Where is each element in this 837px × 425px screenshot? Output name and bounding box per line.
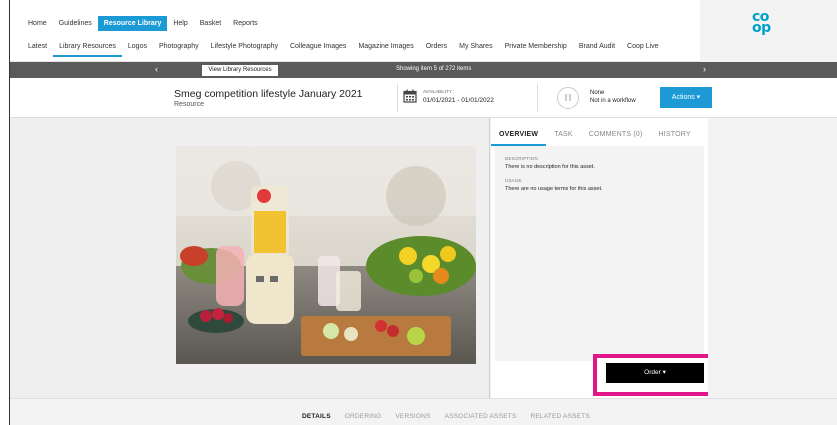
item-navigation-bar: ‹ View Library Resources Showing item 5 … — [10, 62, 837, 78]
subnav-library-resources[interactable]: Library Resources — [53, 40, 122, 57]
app-frame: Home Guidelines Resource Library Help Ba… — [9, 0, 837, 425]
item-position-text: Showing item 5 of 272 items — [396, 66, 472, 72]
divider — [537, 84, 538, 112]
overview-content: DESCRIPTION There is no description for … — [495, 146, 704, 361]
description-label: DESCRIPTION — [505, 156, 538, 161]
subnav-private-membership[interactable]: Private Membership — [499, 40, 573, 57]
tab-history[interactable]: HISTORY — [651, 126, 699, 146]
view-library-resources-button[interactable]: View Library Resources — [202, 65, 278, 76]
panel-divider — [489, 118, 490, 398]
subnav-logos[interactable]: Logos — [122, 40, 153, 57]
availability-dates: 01/01/2021 - 01/01/2022 — [423, 97, 494, 104]
top-navigation: Home Guidelines Resource Library Help Ba… — [10, 0, 837, 62]
coop-logo[interactable]: co op — [700, 0, 837, 62]
asset-detail-tabs: DETAILS ORDERING VERSIONS ASSOCIATED ASS… — [10, 398, 837, 425]
subnav-brand-audit[interactable]: Brand Audit — [573, 40, 621, 57]
subnav-photography[interactable]: Photography — [153, 40, 205, 57]
next-item-icon[interactable]: › — [703, 64, 706, 74]
tab-versions[interactable]: VERSIONS — [388, 413, 437, 425]
asset-preview-image[interactable] — [176, 146, 476, 364]
secondary-nav: Latest Library Resources Logos Photograp… — [22, 40, 665, 57]
tab-overview[interactable]: OVERVIEW — [491, 126, 547, 146]
primary-nav: Home Guidelines Resource Library Help Ba… — [22, 16, 264, 31]
order-button[interactable]: Order ▾ — [606, 363, 704, 383]
tab-details[interactable]: DETAILS — [295, 413, 338, 425]
subnav-colleague-images[interactable]: Colleague Images — [284, 40, 352, 57]
asset-header: Smeg competition lifestyle January 2021 … — [10, 78, 837, 118]
info-tabs: OVERVIEW TASK COMMENTS (0) HISTORY — [491, 126, 708, 146]
asset-type: Resource — [174, 101, 204, 108]
actions-button[interactable]: Actions ▾ — [660, 87, 712, 108]
subnav-magazine-images[interactable]: Magazine Images — [352, 40, 419, 57]
subnav-coop-live[interactable]: Coop Live — [621, 40, 665, 57]
nav-home[interactable]: Home — [22, 16, 53, 31]
nav-reports[interactable]: Reports — [227, 16, 264, 31]
tab-associated-assets[interactable]: ASSOCIATED ASSETS — [438, 413, 524, 425]
nav-basket[interactable]: Basket — [194, 16, 227, 31]
divider — [397, 84, 398, 112]
description-value: There is no description for this asset. — [505, 164, 595, 170]
nav-guidelines[interactable]: Guidelines — [53, 16, 98, 31]
nav-help[interactable]: Help — [167, 16, 193, 31]
tab-task[interactable]: TASK — [546, 126, 581, 146]
usage-label: USAGE — [505, 178, 522, 183]
subnav-my-shares[interactable]: My Shares — [453, 40, 498, 57]
workflow-pause-icon — [557, 87, 579, 109]
subnav-latest[interactable]: Latest — [22, 40, 53, 57]
order-highlight-box: Order ▾ — [593, 354, 721, 396]
nav-resource-library[interactable]: Resource Library — [97, 16, 168, 31]
tab-ordering[interactable]: ORDERING — [338, 413, 389, 425]
detail-tab-list: DETAILS ORDERING VERSIONS ASSOCIATED ASS… — [295, 413, 597, 425]
subnav-orders[interactable]: Orders — [420, 40, 453, 57]
availability-label: AVAILABILITY : — [423, 89, 455, 94]
asset-info-panel: OVERVIEW TASK COMMENTS (0) HISTORY DESCR… — [491, 118, 721, 398]
coop-logo-mark: co op — [752, 10, 782, 36]
usage-value: There are no usage terms for this asset. — [505, 186, 603, 192]
calendar-icon — [403, 89, 417, 103]
previous-item-icon[interactable]: ‹ — [155, 64, 158, 74]
tab-related-assets[interactable]: RELATED ASSETS — [524, 413, 597, 425]
asset-title: Smeg competition lifestyle January 2021 — [174, 88, 363, 100]
asset-main-area: OVERVIEW TASK COMMENTS (0) HISTORY DESCR… — [10, 118, 837, 398]
tab-comments[interactable]: COMMENTS (0) — [581, 126, 651, 146]
workflow-substatus: Not in a workflow — [590, 98, 636, 104]
right-gutter — [708, 118, 837, 398]
subnav-lifestyle-photography[interactable]: Lifestyle Photography — [205, 40, 284, 57]
workflow-status: None — [590, 90, 605, 96]
logo-text-bottom: op — [752, 20, 771, 36]
